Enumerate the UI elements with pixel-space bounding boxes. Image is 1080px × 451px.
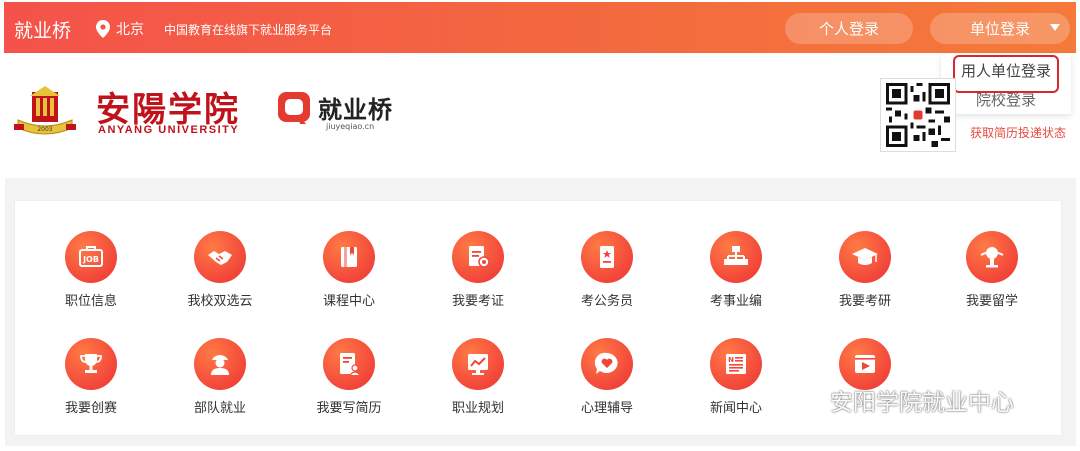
- service-career-planning[interactable]: 职业规划: [423, 338, 533, 416]
- jiuyeqiao-brand-text: 就业桥: [318, 96, 393, 124]
- service-label: 课程中心: [322, 294, 375, 309]
- book-icon: [341, 247, 357, 267]
- service-certificate[interactable]: 我要考证: [423, 231, 533, 309]
- service-postgraduate[interactable]: 我要考研: [810, 231, 920, 309]
- employer-login-option[interactable]: 用人单位登录: [941, 60, 1071, 81]
- certificate-icon: [469, 246, 490, 268]
- wechat-watermark: 安阳学院就业中心: [790, 383, 1014, 417]
- jiuyeqiao-url: jiuyeqiao.cn: [326, 122, 375, 131]
- video-icon: [855, 355, 875, 373]
- location-label: 北京: [116, 22, 144, 38]
- personal-login-button[interactable]: 个人登录: [785, 13, 913, 44]
- svg-text:2003: 2003: [37, 126, 52, 133]
- soldier-icon: [211, 355, 229, 375]
- job-icon: JOB: [79, 246, 103, 267]
- unit-login-label: 单位登录: [969, 20, 1030, 38]
- service-study-abroad[interactable]: 我要留学: [937, 231, 1047, 309]
- service-label: 职业规划: [451, 401, 504, 416]
- service-course-center[interactable]: 课程中心: [294, 231, 404, 309]
- service-label: 职位信息: [64, 294, 117, 309]
- resume-icon: [340, 353, 361, 376]
- unit-login-dropdown: 用人单位登录 院校登录: [941, 54, 1071, 114]
- wechat-icon: [791, 388, 822, 412]
- qr-code-icon: [886, 83, 950, 147]
- service-label: 我要写简历: [316, 401, 382, 416]
- service-label: 我要留学: [965, 294, 1018, 309]
- qr-code: [880, 78, 956, 152]
- service-public-institution[interactable]: 考事业编: [681, 231, 791, 309]
- service-label: 心理辅导: [580, 401, 633, 416]
- svg-text:JOB: JOB: [82, 255, 99, 264]
- service-label: 我要考证: [451, 294, 504, 309]
- heart-chat-icon: [594, 352, 618, 374]
- service-counseling[interactable]: 心理辅导: [552, 338, 662, 416]
- study-abroad-icon: [980, 247, 1004, 268]
- unit-login-button[interactable]: 单位登录: [930, 13, 1070, 44]
- college-login-option[interactable]: 院校登录: [941, 89, 1071, 110]
- caret-down-icon: [1050, 24, 1060, 31]
- university-emblem-icon: 2003: [14, 86, 76, 135]
- service-label: 我要考研: [838, 294, 891, 309]
- platform-slogan: 中国教育在线旗下就业服务平台: [164, 23, 333, 37]
- service-label: 我校双选云: [187, 294, 253, 309]
- service-label: 新闻中心: [709, 401, 762, 416]
- brand-name[interactable]: 就业桥: [14, 16, 71, 43]
- qr-caption: 获取简历投递状态: [970, 126, 1067, 140]
- svg-text:N: N: [728, 356, 734, 364]
- service-civil-servant[interactable]: 考公务员: [552, 231, 662, 309]
- service-job-info[interactable]: JOB 职位信息: [36, 231, 146, 309]
- org-chart-icon: [724, 246, 748, 265]
- service-label: 我要创赛: [64, 401, 117, 416]
- service-label: 考公务员: [580, 294, 633, 309]
- civil-servant-icon: [600, 246, 614, 268]
- school-name-english: ANYANG UNIVERSITY: [98, 124, 240, 136]
- service-resume-writing[interactable]: 我要写简历: [294, 338, 404, 416]
- service-label: 部队就业: [193, 401, 246, 416]
- service-double-selection[interactable]: 我校双选云: [165, 231, 275, 309]
- service-competition[interactable]: 我要创赛: [36, 338, 146, 416]
- news-icon: N: [726, 354, 746, 374]
- location-pin-icon: [96, 20, 110, 38]
- service-label: 考事业编: [709, 294, 762, 309]
- watermark-text: 安阳学院就业中心: [830, 390, 1014, 416]
- handshake-icon: [208, 251, 232, 265]
- service-military[interactable]: 部队就业: [165, 338, 275, 416]
- graduation-cap-icon: [852, 248, 878, 265]
- top-navigation-bar: 就业桥 北京 中国教育在线旗下就业服务平台 个人登录 单位登录: [4, 2, 1076, 53]
- career-chart-icon: [468, 354, 488, 375]
- jiuyeqiao-logo-icon: [278, 92, 310, 124]
- trophy-icon: [80, 354, 102, 373]
- location-selector[interactable]: 北京: [96, 19, 144, 39]
- service-news-center[interactable]: N 新闻中心: [681, 338, 791, 416]
